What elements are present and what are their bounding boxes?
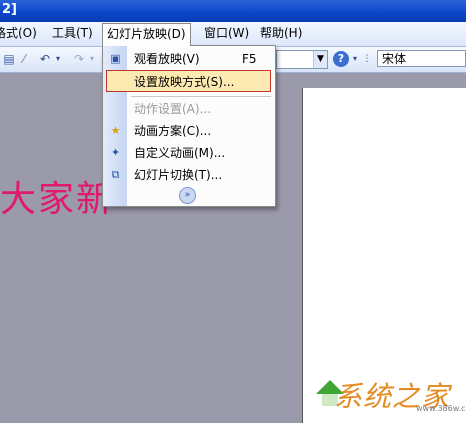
menu-bar: 格式(O) 工具(T) 幻灯片放映(D) 窗口(W) 帮助(H): [0, 22, 466, 47]
menu-item-label: 幻灯片切换(T)...: [134, 168, 223, 182]
zoom-dropdown-icon[interactable]: ▼: [313, 51, 327, 68]
expand-menu-icon[interactable]: »: [179, 187, 196, 204]
menu-tools[interactable]: 工具(T): [48, 24, 97, 43]
menu-item-animation-schemes[interactable]: ★ 动画方案(C)...: [103, 120, 273, 142]
menu-help[interactable]: 帮助(H): [256, 24, 306, 43]
window-title: 2]: [2, 2, 17, 17]
help-dropdown-icon[interactable]: ▾: [351, 50, 359, 68]
zoom-select[interactable]: ▼: [276, 50, 328, 69]
menu-item-custom-animation[interactable]: ✦ 自定义动画(M)...: [103, 142, 273, 164]
brush-icon[interactable]: ⁄: [18, 50, 30, 68]
menu-item-slide-transition[interactable]: ⧉ 幻灯片切换(T)...: [103, 164, 273, 186]
menu-item-view-show[interactable]: ▣ 观看放映(V) F5: [103, 48, 273, 70]
watermark: 系统之家 www.386w.com: [312, 370, 466, 417]
toolbar-options-icon[interactable]: ⋮: [362, 50, 372, 68]
help-icon[interactable]: ?: [333, 51, 349, 67]
menu-item-label: 观看放映(V): [134, 52, 200, 66]
undo-icon[interactable]: ↶: [38, 50, 52, 68]
redo-dropdown-icon[interactable]: ▾: [88, 50, 96, 68]
menu-item-setup-show[interactable]: 设置放映方式(S)...: [106, 70, 271, 92]
redo-icon[interactable]: ↷: [72, 50, 86, 68]
menu-item-action-settings[interactable]: 动作设置(A)...: [103, 98, 273, 120]
watermark-url: www.386w.com: [416, 404, 466, 413]
slideshow-menu: ▣ 观看放映(V) F5 设置放映方式(S)... 动作设置(A)... ★ 动…: [102, 45, 276, 207]
slideshow-icon: ▣: [110, 52, 121, 65]
format-painter-icon[interactable]: ▤: [2, 50, 16, 68]
title-bar: 2]: [0, 0, 466, 22]
menu-item-label: 设置放映方式(S)...: [134, 75, 235, 89]
menu-item-label: 动作设置(A)...: [134, 102, 212, 116]
custom-animation-icon: ✦: [110, 146, 121, 159]
menu-window[interactable]: 窗口(W): [200, 24, 253, 43]
menu-slideshow[interactable]: 幻灯片放映(D): [102, 23, 191, 46]
font-name-field[interactable]: 宋体: [377, 50, 466, 67]
menu-item-label: 自定义动画(M)...: [134, 146, 226, 160]
undo-dropdown-icon[interactable]: ▾: [54, 50, 62, 68]
menu-item-label: 动画方案(C)...: [134, 124, 212, 138]
menu-format[interactable]: 格式(O): [0, 24, 41, 43]
slide-transition-icon: ⧉: [111, 168, 120, 181]
slide-text: 大家新: [0, 179, 115, 220]
animation-scheme-icon: ★: [110, 124, 121, 137]
menu-item-shortcut: F5: [242, 52, 257, 66]
menu-separator: [131, 96, 271, 97]
